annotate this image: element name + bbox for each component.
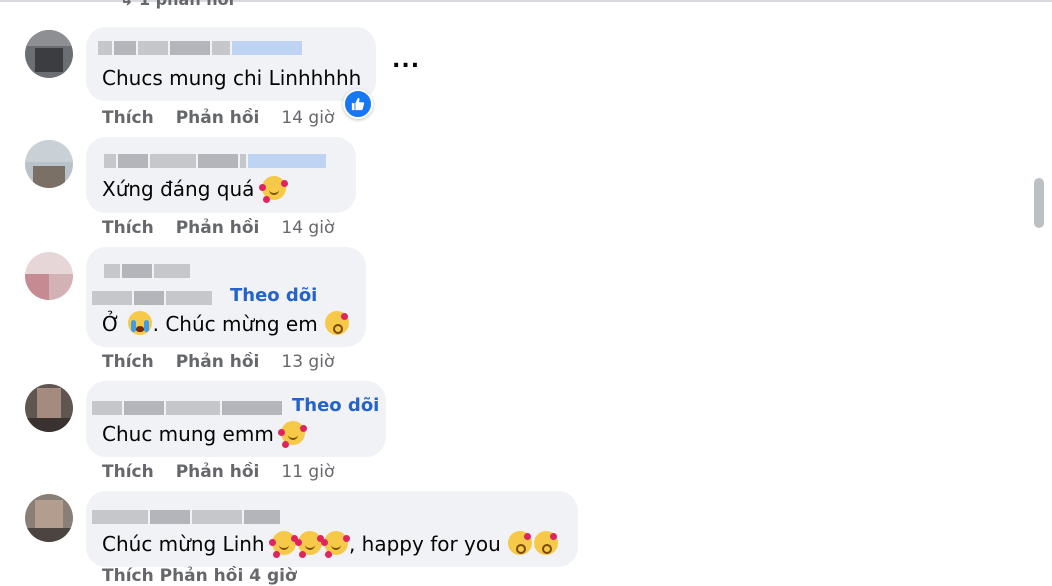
- comment-text: Chucs mung chi Linhhhhh: [102, 66, 362, 90]
- face-blowing-kiss-icon: [325, 311, 350, 335]
- avatar[interactable]: [25, 252, 73, 300]
- timestamp[interactable]: 14 giờ: [281, 108, 334, 128]
- like-link[interactable]: Thích: [102, 462, 154, 482]
- comment-bubble: [86, 137, 356, 213]
- comment-actions: Thích Phản hồi 14 giờ: [102, 218, 334, 238]
- more-options-icon[interactable]: ...: [392, 48, 420, 73]
- follow-link[interactable]: Theo dõi: [292, 395, 379, 416]
- comment-actions-partial: Thích Phản hồi 4 giờ: [102, 566, 297, 586]
- smiling-face-with-hearts-icon: [320, 531, 348, 555]
- like-link[interactable]: Thích: [102, 108, 154, 128]
- scrollbar-thumb[interactable]: [1034, 178, 1044, 228]
- smiling-face-with-hearts-icon: [258, 176, 286, 200]
- comment-text: Chuc mung emm: [102, 421, 306, 446]
- commenter-name-blurred[interactable]: [104, 150, 328, 168]
- avatar[interactable]: [25, 384, 73, 432]
- commenter-name-blurred[interactable]: [92, 397, 284, 415]
- reply-link[interactable]: Phản hồi: [176, 352, 260, 372]
- smiling-face-with-hearts-icon: [294, 531, 322, 555]
- comment-text: Xứng đáng quá: [102, 176, 287, 201]
- commenter-name-blurred[interactable]: [92, 287, 214, 305]
- smiling-face-with-hearts-icon: [268, 531, 296, 555]
- avatar[interactable]: [25, 30, 73, 78]
- follow-link[interactable]: Theo dõi: [230, 285, 317, 306]
- reply-link[interactable]: Phản hồi: [176, 108, 260, 128]
- commenter-name-blurred[interactable]: [98, 37, 304, 55]
- smiling-face-with-hearts-icon: [278, 421, 306, 445]
- avatar[interactable]: [25, 494, 73, 542]
- like-link[interactable]: Thích: [102, 352, 154, 372]
- timestamp[interactable]: 14 giờ: [281, 218, 334, 238]
- like-reaction-badge[interactable]: [343, 89, 373, 119]
- comment-actions: Thích Phản hồi 11 giờ: [102, 462, 334, 482]
- comment-text: Chúc mừng Linh , happy for you: [102, 531, 559, 556]
- comment-actions: Thích Phản hồi 14 giờ: [102, 108, 334, 128]
- commenter-flair-blurred: [104, 260, 192, 278]
- crying-face-icon: [127, 311, 152, 335]
- thumbs-up-icon: [351, 97, 365, 111]
- comment-actions: Thích Phản hồi 13 giờ: [102, 352, 334, 372]
- reply-link[interactable]: Phản hồi: [176, 462, 260, 482]
- timestamp[interactable]: 11 giờ: [281, 462, 334, 482]
- face-blowing-kiss-icon: [508, 531, 533, 555]
- comment-text: Ở . Chúc mừng em: [102, 311, 350, 336]
- commenter-name-blurred[interactable]: [92, 506, 282, 524]
- view-replies-link[interactable]: ↳ 1 phản hồi: [120, 0, 234, 9]
- timestamp[interactable]: 13 giờ: [281, 352, 334, 372]
- avatar[interactable]: [25, 140, 73, 188]
- face-blowing-kiss-icon: [534, 531, 559, 555]
- like-link[interactable]: Thích: [102, 218, 154, 238]
- reply-link[interactable]: Phản hồi: [176, 218, 260, 238]
